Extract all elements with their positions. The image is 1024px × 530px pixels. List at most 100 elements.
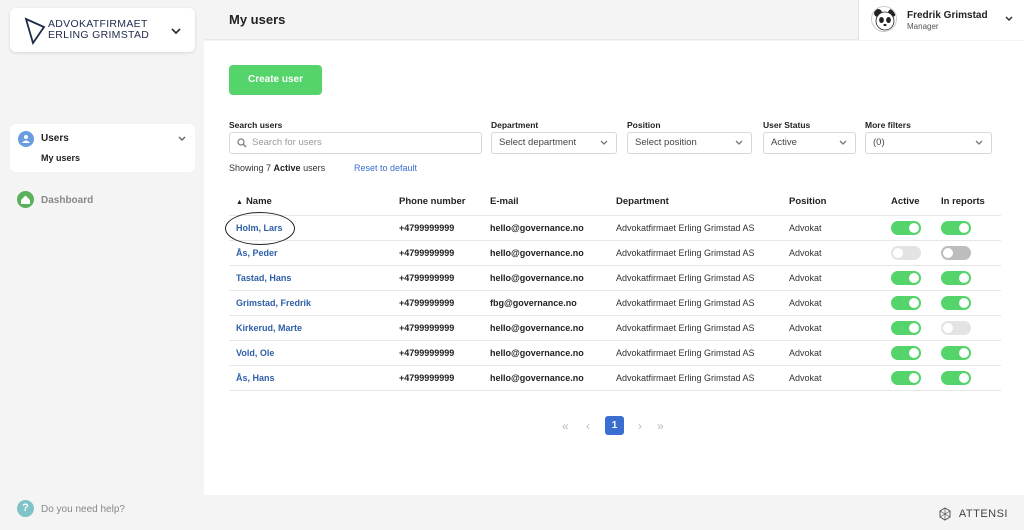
active-toggle[interactable] <box>891 295 921 310</box>
chevron-down-icon <box>839 140 847 145</box>
search-input[interactable]: Search for users <box>229 132 482 154</box>
position-cell: Advokat <box>789 214 891 240</box>
phone-cell: +4799999999 <box>399 289 490 315</box>
status-label: User Status <box>763 120 811 130</box>
table-row: Grimstad, Fredrik +4799999999 fbg@governan… <box>229 289 1001 315</box>
column-header-phone[interactable]: Phone number <box>399 189 490 215</box>
active-toggle[interactable] <box>891 270 921 285</box>
page-1-button[interactable]: 1 <box>605 416 624 435</box>
in-reports-cell <box>941 289 1001 315</box>
user-menu[interactable]: Fredrik Grimstad Manager <box>858 0 1024 40</box>
status-select-value: Active <box>771 137 797 148</box>
position-cell: Advokat <box>789 239 891 265</box>
user-name-link[interactable]: Tastad, Hans <box>229 264 399 290</box>
help-link[interactable]: ? Do you need help? <box>17 500 197 518</box>
dashboard-icon <box>17 191 34 208</box>
in-reports-toggle[interactable] <box>941 245 971 260</box>
column-header-name[interactable]: ▲ Name <box>229 189 399 215</box>
sidebar-subitem-my-users[interactable]: My users <box>41 153 80 163</box>
active-toggle[interactable] <box>891 220 921 235</box>
user-name-link[interactable]: Grimstad, Fredrik <box>229 289 399 315</box>
toggle-knob <box>909 347 919 358</box>
toggle-knob <box>959 272 969 283</box>
search-label: Search users <box>229 120 283 130</box>
department-cell: Advokatfirmaet Erling Grimstad AS <box>616 364 789 391</box>
in-reports-toggle[interactable] <box>941 320 971 335</box>
in-reports-cell <box>941 339 1001 365</box>
user-name-link[interactable]: Kirkerud, Marte <box>229 314 399 340</box>
phone-cell: +4799999999 <box>399 214 490 240</box>
email-cell: hello@governance.no <box>490 339 616 365</box>
chevron-down-icon[interactable] <box>171 27 181 35</box>
table-row: Kirkerud, Marte +4799999999 hello@governan… <box>229 314 1001 340</box>
active-toggle[interactable] <box>891 370 921 385</box>
column-header-active[interactable]: Active <box>891 189 941 215</box>
sidebar-item-users[interactable]: Users My users <box>10 124 195 172</box>
toggle-knob <box>959 297 969 308</box>
position-cell: Advokat <box>789 314 891 340</box>
user-name-link[interactable]: Vold, Ole <box>229 339 399 365</box>
create-user-button[interactable]: Create user <box>229 65 322 95</box>
table-header-row: ▲ Name Phone number E-mail Department Pos… <box>229 189 1001 215</box>
position-cell: Advokat <box>789 339 891 365</box>
footer: ATTENSI <box>204 495 1024 530</box>
in-reports-toggle[interactable] <box>941 220 971 235</box>
more-filters-select[interactable]: (0) <box>865 132 992 154</box>
more-filters-value: (0) <box>873 137 885 148</box>
toggle-knob <box>909 272 919 283</box>
toggle-knob <box>909 297 919 308</box>
column-header-department[interactable]: Department <box>616 189 789 215</box>
department-cell: Advokatfirmaet Erling Grimstad AS <box>616 239 789 265</box>
first-page-button[interactable]: « <box>562 419 569 433</box>
next-page-button[interactable]: › <box>638 419 642 433</box>
more-filters-label: More filters <box>865 120 911 130</box>
department-cell: Advokatfirmaet Erling Grimstad AS <box>616 314 789 340</box>
reset-to-default-link[interactable]: Reset to default <box>354 163 417 173</box>
phone-cell: +4799999999 <box>399 339 490 365</box>
position-cell: Advokat <box>789 289 891 315</box>
prev-page-button[interactable]: ‹ <box>586 419 590 433</box>
column-header-email[interactable]: E-mail <box>490 189 616 215</box>
department-cell: Advokatfirmaet Erling Grimstad AS <box>616 339 789 365</box>
chevron-down-icon[interactable] <box>1005 16 1013 22</box>
active-cell <box>891 214 941 240</box>
user-name-link[interactable]: Ås, Hans <box>229 364 399 391</box>
in-reports-cell <box>941 364 1001 391</box>
in-reports-toggle[interactable] <box>941 345 971 360</box>
main-content: Create user Search users Search for user… <box>204 41 1024 495</box>
position-cell: Advokat <box>789 264 891 290</box>
help-label: Do you need help? <box>41 504 125 515</box>
phone-cell: +4799999999 <box>399 264 490 290</box>
department-cell: Advokatfirmaet Erling Grimstad AS <box>616 289 789 315</box>
active-toggle[interactable] <box>891 345 921 360</box>
in-reports-cell <box>941 264 1001 290</box>
in-reports-toggle[interactable] <box>941 270 971 285</box>
active-toggle[interactable] <box>891 320 921 335</box>
active-cell <box>891 364 941 391</box>
active-toggle[interactable] <box>891 245 921 260</box>
in-reports-cell <box>941 314 1001 340</box>
in-reports-toggle[interactable] <box>941 370 971 385</box>
sidebar-item-dashboard[interactable]: Dashboard <box>17 191 197 209</box>
toggle-knob <box>959 372 969 383</box>
organization-selector[interactable]: ADVOKATFIRMAET ERLING GRIMSTAD <box>10 8 195 52</box>
in-reports-toggle[interactable] <box>941 295 971 310</box>
highlight-annotation <box>225 212 295 245</box>
column-header-position[interactable]: Position <box>789 189 891 215</box>
status-select[interactable]: Active <box>763 132 856 154</box>
table-row: Tastad, Hans +4799999999 hello@governance.… <box>229 264 1001 290</box>
last-page-button[interactable]: » <box>657 419 664 433</box>
table-row: Holm, Lars +4799999999 hello@governance.no… <box>229 214 1001 240</box>
column-header-in-reports[interactable]: In reports <box>941 189 1001 215</box>
top-bar: My users Fredrik Grimstad Manager <box>204 0 1024 40</box>
toggle-knob <box>943 322 953 333</box>
active-cell <box>891 239 941 265</box>
department-select[interactable]: Select department <box>491 132 617 154</box>
chevron-down-icon <box>735 140 743 145</box>
search-placeholder: Search for users <box>252 137 322 148</box>
department-cell: Advokatfirmaet Erling Grimstad AS <box>616 264 789 290</box>
sidebar-item-label: Dashboard <box>41 195 94 206</box>
position-select[interactable]: Select position <box>627 132 752 154</box>
chevron-down-icon[interactable] <box>178 136 186 142</box>
toggle-knob <box>959 222 969 233</box>
